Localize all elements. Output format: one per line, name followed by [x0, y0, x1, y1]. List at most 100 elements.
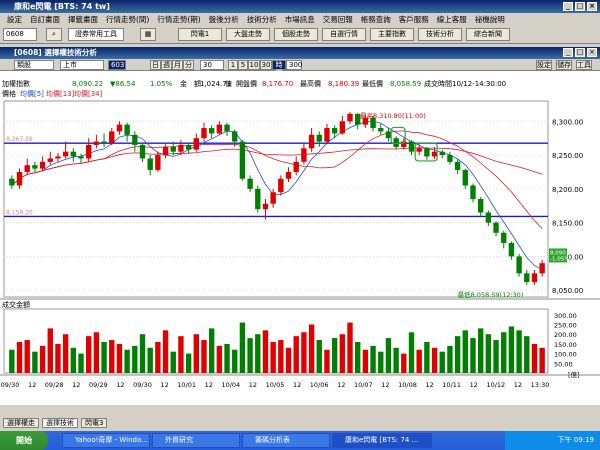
candle-body-52	[408, 141, 415, 152]
candle-body-23	[185, 144, 192, 150]
candle-body-26	[208, 128, 215, 134]
x-label-14: 10/06	[310, 381, 329, 389]
task-yahoo[interactable]: Yahoo!奇摩 - Windo...	[62, 433, 150, 448]
toolbar-button-4[interactable]: 主要指數	[370, 28, 414, 41]
line-label-lower: 8,159.20	[6, 209, 33, 216]
tab-options-trend[interactable]: 選擇權走	[3, 418, 39, 428]
info-field-7: 開盤價	[236, 79, 257, 88]
chart-area[interactable]: 加權指數 8,090.22 ▼86.54 1.05% 金 額 1,024.71 億開盤價 8,…	[0, 71, 600, 405]
toolbar-button-6[interactable]: 綜合新聞	[466, 28, 510, 41]
time-axis-label[interactable]: 時間軸	[272, 60, 286, 85]
volume-bar-60	[470, 338, 476, 373]
volume-bar-7	[62, 334, 69, 373]
legend-ma13: 均價[13]	[46, 89, 75, 98]
volume-bar-16	[132, 345, 138, 373]
volume-bar-65	[508, 326, 515, 373]
start-button[interactable]: 開始	[0, 431, 48, 450]
volume-bar-54	[424, 341, 430, 373]
menu-item-2[interactable]: 揮籤畫面	[64, 14, 102, 25]
doc-maximize-button[interactable]: □	[575, 48, 585, 57]
candle-body-64	[501, 232, 507, 243]
y-tick-0: 8,300.00	[552, 118, 583, 126]
step-5[interactable]: 5	[238, 60, 248, 70]
price-chart[interactable]: 加權指數 8,090.22 ▼86.54 1.05% 金 額 1,024.71億 開盤價 8,…	[0, 71, 600, 405]
volume-bar-45	[355, 341, 361, 373]
category-select[interactable]: 類股	[14, 60, 54, 70]
task-flash[interactable]: 康和e閃電 [BTS: 74 ...	[332, 433, 432, 448]
bar-count-input[interactable]: 300	[286, 60, 302, 70]
vol-tick-3: 150.00	[554, 341, 577, 349]
candle-body-63	[493, 222, 499, 233]
volume-bar-68	[531, 343, 538, 373]
volume-bar-40	[316, 340, 322, 373]
tab-options-tech[interactable]: 選擇技術	[42, 418, 78, 428]
menu-item-6[interactable]: 技術分析	[243, 14, 281, 25]
volume-bar-49	[385, 338, 392, 373]
minimize-button[interactable]: _	[563, 2, 573, 11]
maximize-button[interactable]: □	[575, 2, 585, 11]
volume-bar-29	[232, 349, 238, 373]
candle-body-54	[424, 148, 430, 157]
x-label-1: 12	[28, 381, 36, 389]
menu-item-8[interactable]: 交易回報	[319, 14, 357, 25]
task-research[interactable]: 外資研究	[152, 433, 240, 448]
current-pct-label: -1.05%	[550, 256, 569, 262]
search-icon[interactable]: ⌕	[46, 28, 62, 41]
menu-item-5[interactable]: 盤後分析	[205, 14, 243, 25]
volume-bar-3	[32, 351, 38, 373]
x-label-24: 13:30	[531, 381, 550, 389]
tool-select[interactable]: 證券常用工具	[68, 28, 124, 41]
doc-minimize-button[interactable]: _	[563, 48, 573, 57]
minute-select[interactable]: 30	[200, 60, 224, 70]
market-select[interactable]: 上市	[60, 60, 104, 70]
menu-item-4[interactable]: 行情走勢(期)	[153, 14, 204, 25]
doc-close-button[interactable]: ×	[587, 48, 597, 57]
code-select[interactable]: 603	[108, 60, 126, 70]
menu-item-1[interactable]: 自訂畫面	[26, 14, 64, 25]
stock-code-input[interactable]: 0608	[3, 28, 37, 41]
candle-body-58	[454, 161, 461, 170]
period-day[interactable]: 日	[150, 60, 161, 70]
menu-item-9[interactable]: 帳務查詢	[357, 14, 395, 25]
step-1[interactable]: 1	[228, 60, 238, 70]
candle-body-11	[93, 141, 100, 145]
menu-item-7[interactable]: 市場訊息	[281, 14, 319, 25]
settings-button[interactable]: 設定	[536, 60, 552, 70]
period-week[interactable]: 週	[161, 60, 172, 70]
toolbar-button-2[interactable]: 個股走勢	[274, 28, 318, 41]
x-label-6: 09/30	[133, 381, 152, 389]
close-button[interactable]: ×	[587, 2, 597, 11]
step-10[interactable]: 10	[248, 60, 260, 70]
candle-body-67	[524, 273, 530, 283]
x-label-2: 09/28	[45, 381, 64, 389]
grid-icon[interactable]: ▦	[140, 28, 156, 41]
save-button[interactable]: 儲存	[556, 60, 572, 70]
tools-button[interactable]: 工具	[576, 60, 592, 70]
menu-item-12[interactable]: 祕機說明	[471, 14, 509, 25]
menu-item-0[interactable]: 設定	[3, 14, 26, 25]
volume-bar-4	[39, 345, 46, 373]
x-label-5: 12	[116, 381, 124, 389]
toolbar-button-5[interactable]: 技術分析	[418, 28, 462, 41]
volume-bar-27	[216, 345, 223, 373]
toolbar-button-1[interactable]: 大盤走勢	[226, 28, 270, 41]
volume-bar-39	[308, 324, 315, 373]
step-30[interactable]: 30	[260, 60, 272, 70]
volume-bar-9	[78, 353, 84, 373]
document-title: [0608] 選擇權技術分析	[14, 48, 97, 57]
candle-body-36	[285, 171, 292, 179]
toolbar-button-3[interactable]: 自選行情	[322, 28, 366, 41]
volume-bar-17	[139, 334, 146, 373]
volume-bar-0	[9, 349, 15, 373]
candle-body-22	[178, 144, 184, 152]
menu-item-10[interactable]: 客戶服務	[395, 14, 433, 25]
menu-item-3[interactable]: 行情走勢(間)	[102, 14, 153, 25]
tab-flash3[interactable]: 閃電3	[81, 418, 108, 428]
period-month[interactable]: 月	[172, 60, 183, 70]
period-minute[interactable]: 分	[183, 60, 194, 70]
task-chip[interactable]: 籌碼分析表	[242, 433, 330, 448]
toolbar-button-0[interactable]: 閃電1	[178, 28, 222, 41]
volume-bar-59	[462, 330, 468, 373]
menu-item-11[interactable]: 線上客服	[433, 14, 471, 25]
volume-bar-38	[301, 332, 307, 373]
